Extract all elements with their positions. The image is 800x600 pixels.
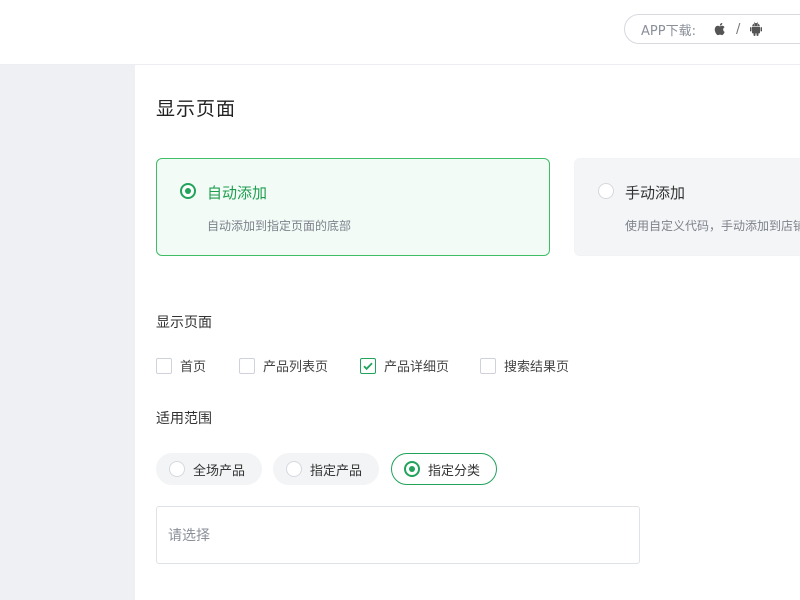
scope-radio-selected[interactable] [404, 461, 420, 477]
category-select-placeholder: 请选择 [168, 528, 210, 544]
manual-add-title: 手动添加 [625, 184, 686, 202]
checkbox-label: 产品列表页 [263, 360, 329, 375]
android-icon[interactable] [748, 21, 764, 37]
checkbox-label: 搜索结果页 [504, 360, 570, 375]
auto-add-title: 自动添加 [207, 184, 268, 202]
checkbox-box[interactable] [480, 357, 496, 374]
top-bar: APP下载: / [0, 0, 800, 65]
auto-add-radio[interactable] [180, 183, 196, 199]
checkbox-box-checked[interactable] [360, 357, 376, 374]
checkbox-product-detail[interactable]: 产品详细页 [360, 356, 449, 375]
checkbox-box[interactable] [239, 357, 255, 374]
scope-radio[interactable] [169, 461, 185, 477]
manual-add-radio[interactable] [598, 183, 614, 199]
checkbox-search-results[interactable]: 搜索结果页 [480, 356, 569, 375]
separator: / [735, 21, 741, 37]
apple-icon[interactable] [712, 21, 728, 37]
checkbox-label: 首页 [180, 360, 207, 375]
manual-add-desc: 使用自定义代码，手动添加到店铺 [625, 219, 800, 233]
scope-specific-category[interactable]: 指定分类 [391, 453, 497, 485]
category-select[interactable]: 请选择 [156, 506, 640, 564]
app-download-label: APP下载: [641, 23, 696, 39]
scope-option-label: 指定分类 [428, 463, 481, 479]
check-icon [363, 362, 373, 370]
display-pages-label: 显示页面 [156, 315, 212, 331]
scope-label: 适用范围 [156, 411, 212, 427]
scope-option-label: 全场产品 [193, 463, 246, 479]
auto-add-desc: 自动添加到指定页面的底部 [207, 219, 352, 233]
auto-add-card[interactable]: 自动添加 自动添加到指定页面的底部 [156, 158, 550, 256]
scope-radio[interactable] [286, 461, 302, 477]
checkbox-home[interactable]: 首页 [156, 356, 206, 375]
checkbox-label: 产品详细页 [384, 360, 450, 375]
checkbox-box[interactable] [156, 357, 172, 374]
left-sidebar [0, 65, 135, 600]
scope-all-products[interactable]: 全场产品 [156, 453, 262, 485]
page-title: 显示页面 [156, 98, 237, 120]
manual-add-card[interactable]: 手动添加 使用自定义代码，手动添加到店铺 [574, 158, 800, 256]
app-download-pill: APP下载: / [624, 14, 800, 44]
scope-option-label: 指定产品 [310, 463, 363, 479]
checkbox-product-list[interactable]: 产品列表页 [239, 356, 328, 375]
scope-specific-products[interactable]: 指定产品 [273, 453, 379, 485]
